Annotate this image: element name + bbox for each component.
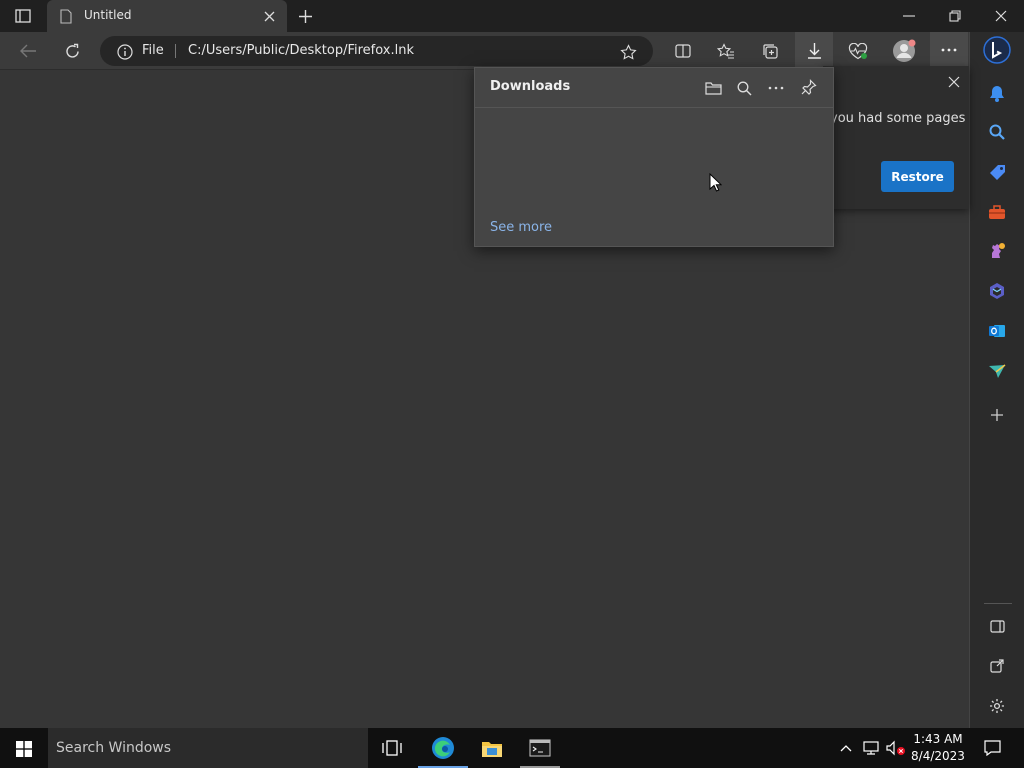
download-icon bbox=[805, 41, 823, 60]
info-icon[interactable] bbox=[116, 43, 134, 61]
pin-icon[interactable] bbox=[799, 77, 819, 97]
tab-close-icon[interactable] bbox=[262, 9, 276, 23]
restore-pages-popup: you had some pages Restore bbox=[823, 66, 969, 209]
hide-sidebar-icon[interactable] bbox=[988, 617, 1006, 635]
edge-sidebar bbox=[969, 32, 1024, 728]
notification-center-icon[interactable] bbox=[982, 739, 1002, 757]
sidebar-divider bbox=[984, 603, 1012, 604]
favorite-star-icon[interactable] bbox=[618, 42, 638, 62]
collections-icon[interactable] bbox=[760, 41, 780, 61]
outlook-icon[interactable] bbox=[987, 321, 1007, 341]
tab-untitled[interactable]: Untitled bbox=[47, 0, 287, 32]
address-bar[interactable]: File C:/Users/Public/Desktop/Firefox.lnk bbox=[100, 36, 653, 66]
volume-muted-icon[interactable] bbox=[885, 739, 907, 757]
address-url[interactable]: C:/Users/Public/Desktop/Firefox.lnk bbox=[188, 43, 414, 58]
microsoft-365-icon[interactable] bbox=[987, 281, 1007, 301]
edge-taskbar-icon[interactable] bbox=[430, 735, 456, 761]
tab-actions-icon[interactable] bbox=[14, 8, 32, 24]
title-bar: Untitled bbox=[0, 0, 1024, 32]
minimize-icon[interactable] bbox=[900, 8, 918, 24]
profile-avatar[interactable] bbox=[891, 38, 917, 64]
terminal-icon[interactable] bbox=[528, 737, 552, 759]
favorites-icon[interactable] bbox=[716, 41, 736, 61]
network-icon[interactable] bbox=[861, 739, 881, 757]
more-icon bbox=[939, 44, 959, 56]
start-windows-icon[interactable] bbox=[15, 740, 33, 758]
taskbar-clock[interactable]: 1:43 AM 8/4/2023 bbox=[908, 731, 968, 765]
show-hidden-icons-chevron-icon[interactable] bbox=[839, 741, 853, 755]
taskbar-search-placeholder: Search Windows bbox=[56, 740, 172, 756]
clock-time: 1:43 AM bbox=[913, 732, 963, 746]
downloads-button[interactable] bbox=[795, 32, 833, 69]
search-icon[interactable] bbox=[987, 122, 1007, 142]
open-folder-icon[interactable] bbox=[703, 78, 723, 98]
downloads-more-icon[interactable] bbox=[766, 78, 786, 98]
address-separator bbox=[175, 44, 176, 58]
close-icon[interactable] bbox=[992, 8, 1010, 24]
restore-message: you had some pages bbox=[830, 111, 966, 126]
task-view-icon[interactable] bbox=[381, 739, 403, 757]
bing-copilot-icon[interactable] bbox=[982, 35, 1012, 65]
tools-briefcase-icon[interactable] bbox=[987, 202, 1007, 222]
restore-button[interactable]: Restore bbox=[881, 161, 954, 192]
address-scheme: File bbox=[142, 43, 164, 58]
taskbar-search[interactable]: Search Windows bbox=[48, 728, 368, 768]
refresh-icon[interactable] bbox=[62, 41, 82, 61]
popup-close-icon[interactable] bbox=[946, 74, 962, 90]
downloads-header: Downloads bbox=[475, 68, 833, 108]
settings-more-button[interactable] bbox=[930, 32, 968, 69]
new-tab-icon[interactable] bbox=[296, 7, 314, 25]
tab-title: Untitled bbox=[84, 8, 132, 22]
split-screen-icon[interactable] bbox=[673, 42, 693, 60]
browser-essentials-icon[interactable] bbox=[847, 41, 869, 61]
drop-send-icon[interactable] bbox=[987, 361, 1007, 381]
file-explorer-icon[interactable] bbox=[480, 737, 504, 759]
browser-toolbar: File C:/Users/Public/Desktop/Firefox.lnk bbox=[0, 32, 1024, 70]
open-external-icon[interactable] bbox=[988, 657, 1006, 675]
downloads-search-icon[interactable] bbox=[734, 78, 754, 98]
clock-date: 8/4/2023 bbox=[911, 749, 965, 763]
windows-taskbar: Search Windows 1:43 AM 8/4/2023 bbox=[0, 728, 1024, 768]
notifications-bell-icon[interactable] bbox=[987, 83, 1007, 103]
back-icon[interactable] bbox=[18, 42, 38, 60]
see-more-link[interactable]: See more bbox=[490, 220, 552, 235]
downloads-panel: Downloads See more bbox=[474, 67, 834, 247]
sidebar-settings-gear-icon[interactable] bbox=[988, 697, 1006, 715]
restore-window-icon[interactable] bbox=[946, 8, 964, 24]
page-icon bbox=[59, 8, 73, 24]
mouse-cursor-icon bbox=[708, 172, 722, 192]
add-sidebar-app-icon[interactable] bbox=[988, 406, 1006, 424]
downloads-title: Downloads bbox=[490, 79, 571, 94]
shopping-tag-icon[interactable] bbox=[987, 162, 1007, 182]
games-icon[interactable] bbox=[987, 241, 1007, 261]
